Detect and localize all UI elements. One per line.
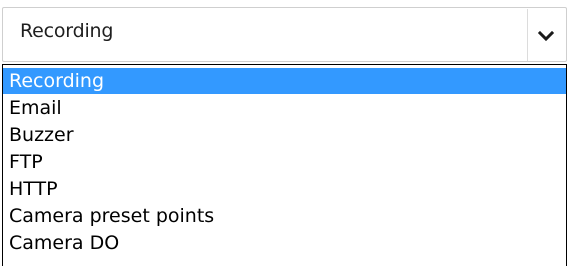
- action-type-select[interactable]: Recording: [2, 7, 567, 62]
- dropdown-listbox: Recording Email Buzzer FTP HTTP Camera p…: [2, 64, 567, 266]
- option-http[interactable]: HTTP: [3, 176, 566, 202]
- select-divider: [527, 9, 528, 61]
- action-type-select-widget: Recording Recording Email Buzzer FTP HTT…: [0, 0, 568, 266]
- option-camera-preset-points[interactable]: Camera preset points: [3, 203, 566, 229]
- selected-value: Recording: [20, 20, 114, 42]
- option-camera-do[interactable]: Camera DO: [3, 230, 566, 256]
- chevron-down-icon[interactable]: [534, 26, 558, 46]
- option-ftp[interactable]: FTP: [3, 149, 566, 175]
- option-recording[interactable]: Recording: [3, 68, 566, 94]
- option-buzzer[interactable]: Buzzer: [3, 122, 566, 148]
- option-email[interactable]: Email: [3, 95, 566, 121]
